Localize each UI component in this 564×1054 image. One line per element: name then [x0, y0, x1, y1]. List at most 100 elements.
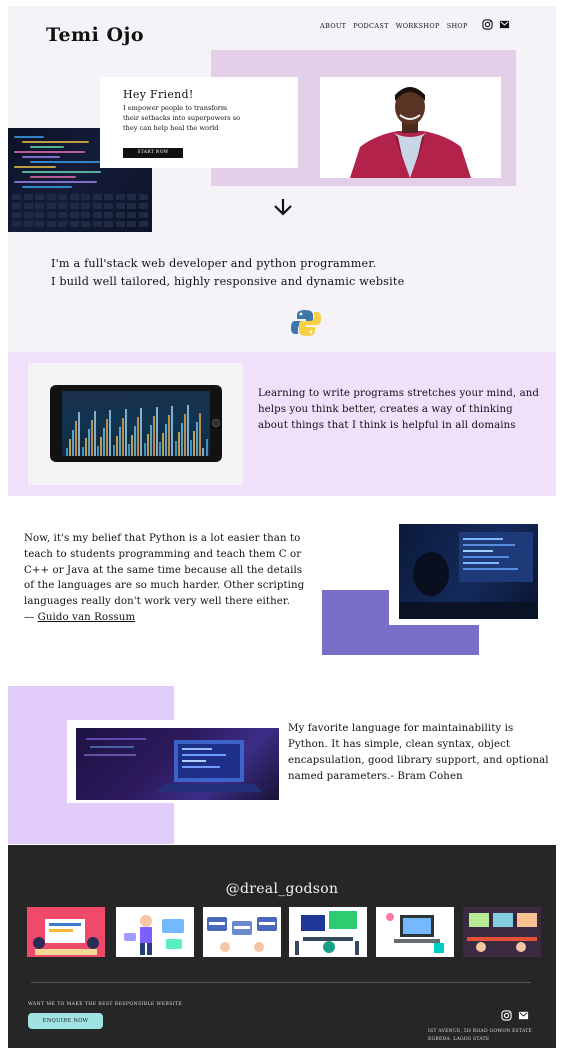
keyboard-key [104, 212, 113, 218]
php-cpp-css-illustration [207, 917, 277, 952]
keyboard-key [58, 212, 67, 218]
keyboard-key [115, 221, 125, 227]
keyboard-key [23, 212, 33, 218]
bram-quote: My favorite language for maintainability… [288, 723, 549, 782]
keyboard-key [127, 203, 136, 209]
arrow-down-icon[interactable] [272, 197, 294, 217]
laptop-code-photo [76, 728, 279, 800]
screen-bar [155, 407, 158, 456]
screen-bar [183, 414, 186, 456]
keyboard-key [35, 203, 44, 209]
email-icon[interactable] [518, 1010, 529, 1021]
nav-podcast[interactable]: PODCAST [353, 22, 388, 30]
keyboard-key [12, 203, 21, 209]
keyboard-key [138, 203, 148, 209]
guido-author-link[interactable]: Guido van Rossum [38, 612, 136, 623]
nav-shop[interactable]: SHOP [447, 22, 468, 30]
hero-text: I empower people to transform their setb… [123, 104, 241, 132]
keyboard-key [46, 194, 56, 200]
code-line [14, 136, 44, 138]
code-line [30, 146, 64, 148]
nav-workshop[interactable]: WORKSHOP [396, 22, 440, 30]
nav-about[interactable]: ABOUT [320, 22, 346, 30]
screen-bar [118, 427, 121, 456]
hero-section: Temi Ojo ABOUT PODCAST WORKSHOP SHOP Hey… [8, 6, 556, 352]
keyboard-key [23, 194, 33, 200]
intro-line-1: I'm a full'stack web developer and pytho… [51, 257, 377, 270]
screen-bar [193, 431, 196, 456]
enquire-now-button[interactable]: ENQUIRE NOW [28, 1013, 103, 1029]
keyboard-key [46, 212, 56, 218]
keyboard-key [81, 212, 90, 218]
keyboard-key [115, 212, 125, 218]
quote-dash: — [24, 611, 38, 623]
screen-bar [186, 405, 189, 456]
keyboard-key [81, 221, 90, 227]
keyboard-key [35, 221, 44, 227]
code-line [22, 171, 101, 173]
screen-bar [87, 429, 90, 456]
screen-bar [78, 412, 81, 456]
start-now-button[interactable]: START NOW [123, 148, 183, 158]
main-nav: ABOUT PODCAST WORKSHOP SHOP [320, 22, 468, 30]
screen-bar [103, 428, 106, 456]
keyboard-key [104, 194, 113, 200]
screen-bar [134, 426, 137, 456]
screen-bar [202, 448, 205, 456]
screen-bar [140, 408, 143, 456]
screen-bar [131, 435, 134, 456]
portrait-photo [320, 77, 501, 178]
gallery-thumb-2[interactable] [116, 907, 194, 957]
code-line [22, 156, 60, 158]
gallery-thumb-3[interactable] [203, 907, 281, 957]
gallery-thumb-5[interactable] [376, 907, 454, 957]
keyboard-key [58, 221, 67, 227]
screen-bar [66, 448, 68, 456]
keyboard-key [46, 203, 56, 209]
keyboard-key [69, 203, 79, 209]
tablet-home-button [212, 419, 220, 427]
intro-text: I'm a full'stack web developer and pytho… [51, 255, 541, 291]
screen-bar [205, 439, 208, 456]
email-icon[interactable] [499, 19, 510, 30]
workspace-illustration [295, 911, 359, 955]
gallery-thumb-4[interactable] [289, 907, 367, 957]
screen-bar [190, 440, 192, 456]
screen-bar [109, 410, 112, 456]
address-line-2: EGBEDA, LAGOS STATE [428, 1036, 490, 1042]
screen-bar [97, 446, 99, 456]
keyboard-key [35, 194, 44, 200]
screen-bar [115, 436, 118, 456]
instagram-icon[interactable] [501, 1010, 512, 1021]
laptop-card [67, 720, 287, 803]
keyboard-key [127, 212, 136, 218]
keyboard-key [23, 221, 33, 227]
footer-cta-text: WANT ME TO MAKE THE BEST RESPONSIBLE WEB… [28, 1002, 183, 1007]
tablet-device [50, 385, 222, 462]
learning-quote: Learning to write programs stretches you… [258, 388, 540, 431]
gallery-thumb-6[interactable] [463, 907, 541, 957]
keyboard-key [12, 221, 21, 227]
keyboard-key [12, 194, 21, 200]
footer-address: IST AVENUE, 5H ROAD GOWON ESTATE EGBEDA,… [428, 1028, 552, 1043]
footer-divider [31, 982, 531, 983]
keyboard-key [69, 212, 79, 218]
python-logo-icon [291, 310, 321, 336]
keyboard-key [12, 212, 21, 218]
office-illustration [467, 913, 537, 952]
keyboard-key [81, 203, 90, 209]
screen-bar [171, 406, 174, 456]
keyboard-key [23, 203, 33, 209]
code-line [22, 186, 72, 188]
site-logo[interactable]: Temi Ojo [46, 24, 144, 46]
instagram-handle[interactable]: @dreal_godson [8, 881, 556, 897]
keyboard-key [92, 203, 102, 209]
code-line [22, 141, 89, 143]
coding-desk-illustration [386, 913, 444, 953]
code-line [14, 181, 97, 183]
keyboard-key [127, 194, 136, 200]
instagram-icon[interactable] [482, 19, 493, 30]
gallery-thumb-1[interactable] [27, 907, 105, 957]
keyboard-key [92, 221, 102, 227]
screen-bar [100, 437, 103, 456]
